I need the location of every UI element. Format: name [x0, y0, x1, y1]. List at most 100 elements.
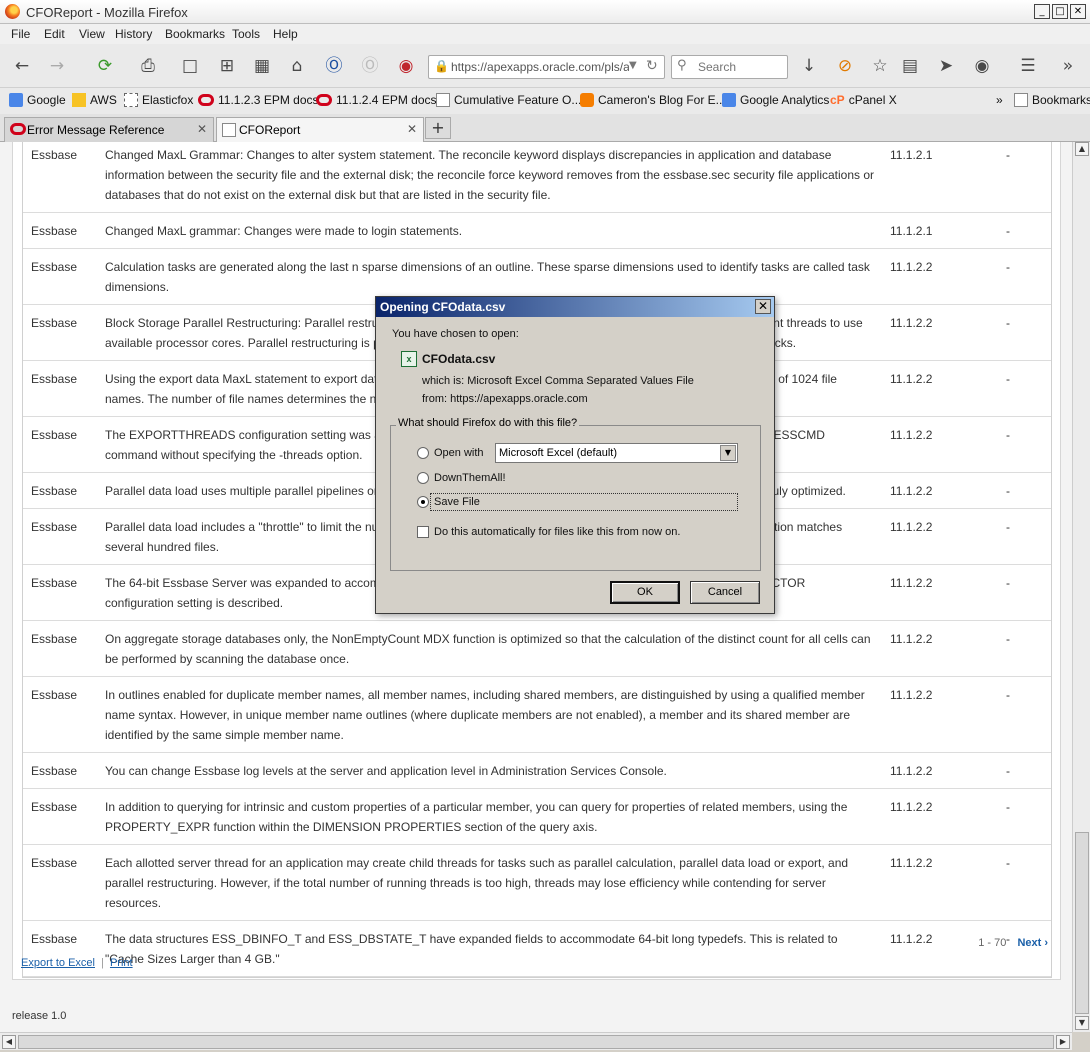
- maximize-button[interactable]: □: [1052, 4, 1068, 19]
- menu-file[interactable]: File: [11, 27, 30, 41]
- horizontal-scroll-thumb[interactable]: [18, 1035, 1054, 1049]
- reload-icon[interactable]: ↻: [646, 58, 658, 74]
- product-cell: Essbase: [31, 428, 78, 442]
- refresh-addon-icon[interactable]: ⟳: [93, 54, 117, 78]
- version-cell: 11.1.2.2: [890, 856, 933, 870]
- cancel-button[interactable]: Cancel: [690, 581, 760, 604]
- back-icon[interactable]: ←: [10, 54, 34, 78]
- tab-close-icon[interactable]: ✕: [407, 122, 417, 136]
- extra-cell: -: [1006, 764, 1010, 778]
- minimize-button[interactable]: _: [1034, 4, 1050, 19]
- product-cell: Essbase: [31, 932, 78, 946]
- horizontal-scrollbar[interactable]: ◀ ▶: [0, 1032, 1072, 1050]
- save-file-radio[interactable]: [417, 496, 429, 508]
- bookmark-camerons-blog[interactable]: Cameron's Blog For E...: [580, 93, 726, 107]
- new-tab-button[interactable]: +: [425, 117, 451, 139]
- bookmark-google[interactable]: Google: [9, 93, 66, 107]
- save-file-label[interactable]: Save File: [434, 496, 480, 508]
- downthemall-radio[interactable]: [417, 472, 429, 484]
- scroll-down-icon[interactable]: ▼: [1075, 1016, 1089, 1030]
- vertical-scrollbar[interactable]: ▲ ▼: [1072, 142, 1090, 1032]
- lock-icon: 🔒: [434, 59, 449, 73]
- extra-cell: -: [1006, 520, 1010, 534]
- table-row: Essbase Each allotted server thread for a…: [23, 845, 1051, 921]
- version-cell: 11.1.2.2: [890, 576, 933, 590]
- bookmark-google-analytics[interactable]: Google Analytics: [722, 93, 829, 107]
- tab-error-message-reference[interactable]: Error Message Reference ✕: [4, 117, 214, 142]
- extra-cell: -: [1006, 576, 1010, 590]
- bookmark-aws[interactable]: AWS: [72, 93, 117, 107]
- oracle-icon: [316, 94, 332, 106]
- auto-action-label[interactable]: Do this automatically for files like thi…: [434, 526, 680, 538]
- dialog-title-bar: Opening CFOdata.csv ✕: [376, 297, 774, 317]
- stop-addon-icon[interactable]: ◉: [394, 54, 418, 78]
- grid-icon[interactable]: ▦: [250, 54, 274, 78]
- window-icon[interactable]: □: [178, 54, 202, 78]
- vertical-scroll-thumb[interactable]: [1075, 832, 1089, 1014]
- scroll-right-icon[interactable]: ▶: [1056, 1035, 1070, 1049]
- open-with-label[interactable]: Open with: [434, 447, 484, 459]
- export-to-excel-link[interactable]: Export to Excel: [21, 957, 95, 969]
- search-box[interactable]: ⚲: [671, 55, 788, 79]
- extra-cell: -: [1006, 800, 1010, 814]
- chevron-down-icon[interactable]: ▼: [720, 445, 736, 461]
- ok-button[interactable]: OK: [610, 581, 680, 604]
- open-with-select[interactable]: Microsoft Excel (default) ▼: [495, 443, 738, 463]
- menu-history[interactable]: History: [115, 27, 152, 41]
- bookmark-cpanel[interactable]: cP cPanel X: [830, 93, 897, 107]
- ghostery-icon[interactable]: ◉: [970, 54, 994, 78]
- extra-cell: -: [1006, 484, 1010, 498]
- open-with-radio[interactable]: [417, 447, 429, 459]
- bookmarks-overflow-button[interactable]: »: [996, 93, 1003, 107]
- menu-help[interactable]: Help: [273, 27, 298, 41]
- tab-bar: Error Message Reference ✕ CFOReport ✕: [0, 114, 1090, 142]
- table-row: Essbase You can change Essbase log levels…: [23, 753, 1051, 789]
- bookmark-elasticfox[interactable]: Elasticfox: [124, 93, 193, 107]
- add-window-icon[interactable]: ⊞: [215, 54, 239, 78]
- extra-cell: -: [1006, 224, 1010, 238]
- send-icon[interactable]: ➤: [934, 54, 958, 78]
- auto-action-checkbox[interactable]: [417, 526, 429, 538]
- product-cell: Essbase: [31, 484, 78, 498]
- menu-bookmarks[interactable]: Bookmarks: [165, 27, 225, 41]
- window-title-bar: CFOReport - Mozilla Firefox _ □ ✕: [0, 0, 1090, 24]
- bookmarks-menu-button[interactable]: Bookmarks: [1014, 93, 1090, 107]
- download-icon[interactable]: ↓: [797, 54, 821, 78]
- bookmark-cumulative-feature[interactable]: Cumulative Feature O...: [436, 93, 581, 107]
- dialog-close-button[interactable]: ✕: [755, 299, 771, 314]
- bookmark-epm-1124[interactable]: 11.1.2.4 EPM docs: [316, 93, 437, 107]
- search-input[interactable]: [696, 59, 784, 75]
- overflow-chevron-icon[interactable]: »: [1056, 54, 1080, 78]
- hamburger-menu-icon[interactable]: ☰: [1016, 54, 1040, 78]
- disabled-addon-icon[interactable]: Ⓞ: [358, 54, 382, 78]
- scroll-left-icon[interactable]: ◀: [2, 1035, 16, 1049]
- url-bar[interactable]: 🔒 https://apexapps.oracle.com/pls/apex/f…: [428, 55, 665, 79]
- url-history-dropdown-icon[interactable]: ▼: [629, 60, 637, 71]
- next-page-link[interactable]: Next ›: [1017, 937, 1048, 949]
- firefox-logo-icon: [5, 4, 20, 19]
- version-cell: 11.1.2.2: [890, 484, 933, 498]
- extra-cell: -: [1006, 632, 1010, 646]
- bookmark-epm-1123[interactable]: 11.1.2.3 EPM docs: [198, 93, 319, 107]
- tab-cforeport[interactable]: CFOReport ✕: [216, 117, 424, 142]
- menu-edit[interactable]: Edit: [44, 27, 65, 41]
- close-window-button[interactable]: ✕: [1070, 4, 1086, 19]
- blocker-addon-icon[interactable]: ⊘: [833, 54, 857, 78]
- downthemall-label[interactable]: DownThemAll!: [434, 472, 506, 484]
- bookmark-star-icon[interactable]: ☆: [868, 54, 892, 78]
- reading-list-icon[interactable]: ▤: [898, 54, 922, 78]
- menu-tools[interactable]: Tools: [232, 27, 260, 41]
- scroll-up-icon[interactable]: ▲: [1075, 142, 1089, 156]
- print-link[interactable]: Print: [110, 957, 133, 969]
- dialog-file-source: from: https://apexapps.oracle.com: [422, 393, 588, 405]
- product-cell: Essbase: [31, 800, 78, 814]
- tab-close-icon[interactable]: ✕: [197, 122, 207, 136]
- description-cell: Each allotted server thread for an appli…: [105, 856, 849, 910]
- bookmarks-bar: Google AWS Elasticfox 11.1.2.3 EPM docs …: [0, 88, 1090, 114]
- print-icon[interactable]: ⎙: [136, 54, 160, 78]
- menu-view[interactable]: View: [79, 27, 105, 41]
- google-icon: [9, 93, 23, 107]
- home-icon[interactable]: ⌂: [285, 54, 309, 78]
- forward-icon[interactable]: →: [45, 54, 69, 78]
- s-addon-icon[interactable]: Ⓞ: [322, 54, 346, 78]
